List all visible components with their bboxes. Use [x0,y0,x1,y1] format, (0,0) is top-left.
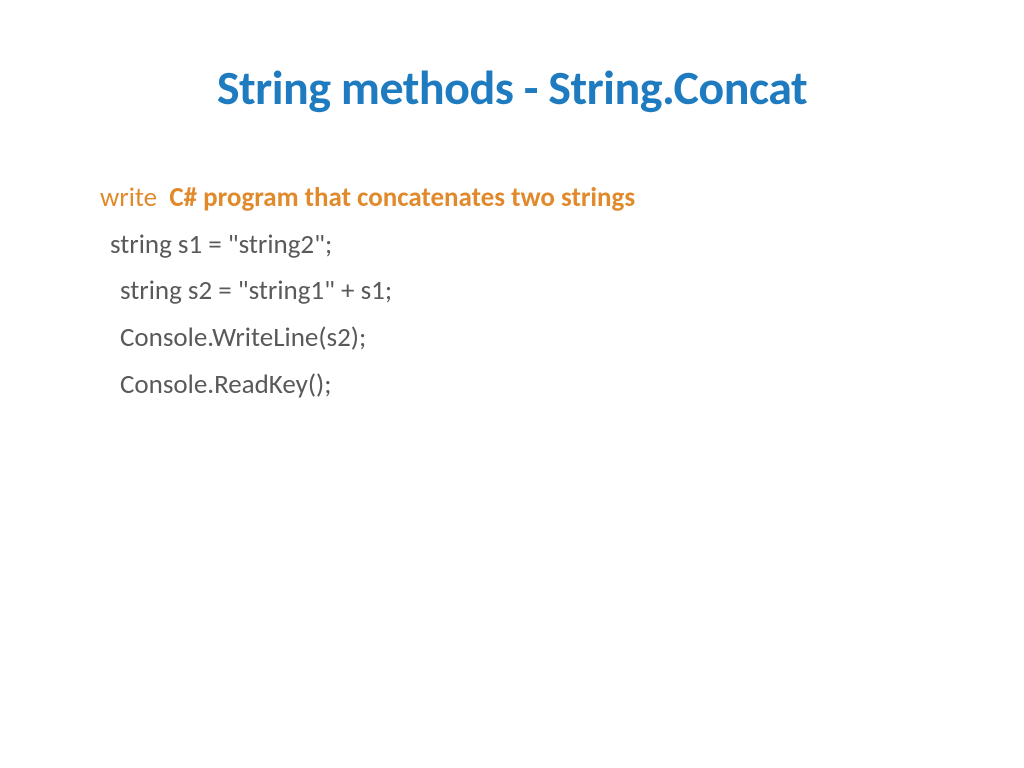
prompt-prefix: write [100,181,157,214]
prompt-line: write C# program that concatenates two s… [100,177,924,220]
code-line-1: string s1 = "string2"; [100,224,924,267]
slide-title: String methods - String.Concat [100,58,924,117]
prompt-description: C# program that concatenates two strings [169,181,635,214]
code-line-4: Console.ReadKey(); [100,364,924,407]
code-line-2: string s2 = "string1" + s1; [100,270,924,313]
slide-container: String methods - String.Concat write C# … [0,0,1024,768]
code-line-3: Console.WriteLine(s2); [100,317,924,360]
slide-content: write C# program that concatenates two s… [100,177,924,406]
